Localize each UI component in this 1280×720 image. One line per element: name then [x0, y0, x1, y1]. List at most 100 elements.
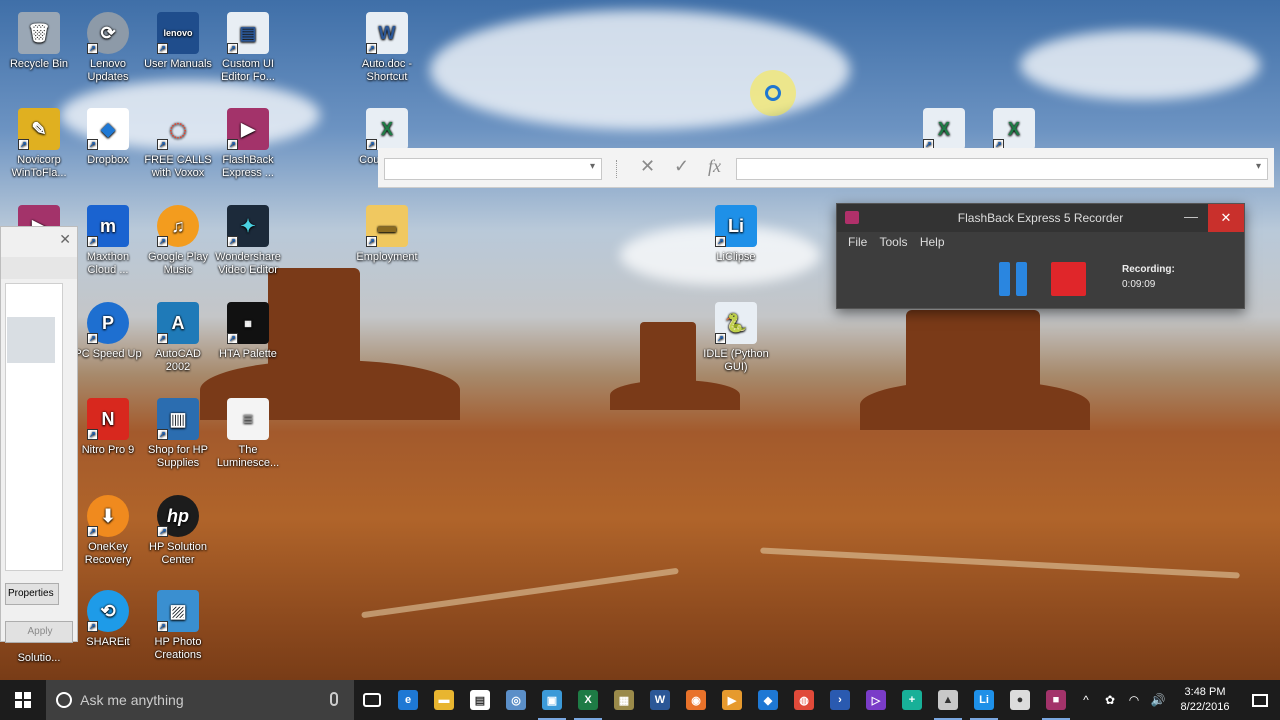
hp-supplies-icon: ▥ ↗: [157, 398, 199, 440]
insert-function-icon[interactable]: fx: [708, 156, 721, 177]
desktop-icon-label: SHAREit: [86, 636, 130, 648]
stop-button[interactable]: [1051, 262, 1086, 296]
taskbar-apps: e ▬ ▤ ◎ ▣ X ▦ W ◉ ▶ ◆ ◍ › ▷ + ▲ Li ● ■: [354, 680, 1074, 720]
user-manuals-icon: lenovo ↗: [157, 12, 199, 54]
taskbar-plus-app-button[interactable]: +: [894, 680, 930, 720]
name-box[interactable]: [384, 158, 602, 180]
shareit-icon: ⟲ ↗: [87, 590, 129, 632]
desktop-icon-onekey-recovery[interactable]: ⬇ ↗ OneKey Recovery: [74, 495, 142, 567]
taskbar-install-app-button[interactable]: ▦: [606, 680, 642, 720]
desktop-icon-liclipse[interactable]: Li ↗ LiClipse: [702, 205, 770, 264]
recycle-bin-icon: 🗑: [18, 12, 60, 54]
taskbar-outlook-app-button[interactable]: ◎: [498, 680, 534, 720]
dialog-list-selection[interactable]: [7, 317, 55, 363]
desktop-icon-autocad[interactable]: A ↗ AutoCAD 2002: [144, 302, 212, 374]
liclipse-icon: Li ↗: [715, 205, 757, 247]
desktop-icon-recycle-bin[interactable]: 🗑 Recycle Bin: [5, 12, 73, 71]
clock[interactable]: 3:48 PM 8/22/2016: [1170, 685, 1240, 715]
desktop-icon-user-manuals[interactable]: lenovo ↗ User Manuals: [144, 12, 212, 71]
desktop-icon-idle-python[interactable]: 🐍 ↗ IDLE (Python GUI): [702, 302, 770, 374]
notification-icon: [1252, 693, 1268, 707]
menu-file[interactable]: File: [848, 235, 867, 249]
minimize-button[interactable]: —: [1184, 208, 1198, 224]
desktop-icon-hp-photo-creations[interactable]: ▨ ↗ HP Photo Creations: [144, 590, 212, 662]
taskbar-edge-button[interactable]: e: [390, 680, 426, 720]
taskbar-task-view-button[interactable]: [354, 680, 390, 720]
network-icon[interactable]: ◠: [1122, 693, 1146, 707]
desktop-icon-pc-speed-up[interactable]: P ↗ PC Speed Up: [74, 302, 142, 361]
desktop-icon-auto-doc[interactable]: W ↗ Auto.doc - Shortcut: [353, 12, 421, 84]
python-icon: ●: [1010, 690, 1030, 710]
flashback-icon: ■: [1046, 690, 1066, 710]
desktop-icon-label: FlashBack Express ...: [222, 154, 274, 179]
start-button[interactable]: [0, 680, 46, 720]
desktop-icon-shareit[interactable]: ⟲ ↗ SHAREit: [74, 590, 142, 649]
desktop-icon-flashback-express[interactable]: ▶ ↗ FlashBack Express ...: [214, 108, 282, 180]
desktop-icon-wondershare[interactable]: ✦ ↗ Wondershare Video Editor: [214, 205, 282, 277]
desktop-icon-dropbox[interactable]: ◆ ↗ Dropbox: [74, 108, 142, 167]
formula-input[interactable]: [736, 158, 1268, 180]
properties-button[interactable]: Properties: [5, 583, 59, 605]
apply-button[interactable]: Apply: [5, 621, 73, 643]
cancel-icon[interactable]: ✕: [640, 156, 655, 177]
taskbar-visual-studio-button[interactable]: ▷: [858, 680, 894, 720]
desktop-icon-hta-palette[interactable]: ▦ ↗ HTA Palette: [214, 302, 282, 361]
taskbar-python-button[interactable]: ●: [1002, 680, 1038, 720]
taskbar-image-viewer-button[interactable]: ▣: [534, 680, 570, 720]
taskbar-word-button[interactable]: W: [642, 680, 678, 720]
taskbar-firefox-button[interactable]: ◉: [678, 680, 714, 720]
show-hidden-icons-icon[interactable]: ^: [1074, 693, 1098, 707]
close-button[interactable]: ✕: [1208, 204, 1244, 232]
taskbar-liclipse-button[interactable]: Li: [966, 680, 1002, 720]
document-icon: ▤ ↗: [227, 12, 269, 54]
desktop-icon-maxthon[interactable]: m ↗ Maxthon Cloud ...: [74, 205, 142, 277]
desktop-icon-label: Solutio...: [17, 652, 61, 664]
excel-file-icon: X ↗: [923, 108, 965, 150]
desktop-icon-google-play-music[interactable]: ♫ ↗ Google Play Music: [144, 205, 212, 277]
desktop-icon-novicorp[interactable]: ✎ ↗ Novicorp WinToFla...: [5, 108, 73, 180]
desktop-icon-hp-supplies[interactable]: ▥ ↗ Shop for HP Supplies: [144, 398, 212, 470]
install-app-icon: ▦: [614, 690, 634, 710]
clock-time: 3:48 PM: [1184, 686, 1226, 698]
desktop-icon-label: HP Photo Creations: [154, 636, 202, 661]
recorder-titlebar[interactable]: FlashBack Express 5 Recorder — ✕: [837, 204, 1244, 232]
desktop-icon-hp-solution-center[interactable]: hp ↗ HP Solution Center: [144, 495, 212, 567]
taskbar-store-button[interactable]: ▤: [462, 680, 498, 720]
desktop-icon-luminescence[interactable]: ≡ The Luminesce...: [214, 398, 282, 470]
enter-icon[interactable]: ✓: [674, 156, 689, 177]
desktop-icon-solution-partial[interactable]: Solutio...: [5, 652, 73, 665]
python-idle-icon: 🐍 ↗: [715, 302, 757, 344]
desktop-icon-voxox[interactable]: ◌ ↗ FREE CALLS with Voxox: [144, 108, 212, 180]
plus-app-icon: +: [902, 690, 922, 710]
taskbar-flashback-button[interactable]: ■: [1038, 680, 1074, 720]
taskbar-dropbox-button[interactable]: ◆: [750, 680, 786, 720]
taskbar-paint-button[interactable]: ▲: [930, 680, 966, 720]
pause-button[interactable]: [999, 262, 1027, 296]
taskbar-media-player-button[interactable]: ▶: [714, 680, 750, 720]
taskbar-chrome-button[interactable]: ◍: [786, 680, 822, 720]
microphone-icon[interactable]: [330, 692, 338, 706]
menu-tools[interactable]: Tools: [879, 235, 907, 249]
taskbar-file-explorer-button[interactable]: ▬: [426, 680, 462, 720]
paint-icon: ▲: [938, 690, 958, 710]
desktop-icon-label: Maxthon Cloud ...: [86, 251, 130, 276]
liclipse-icon: Li: [974, 690, 994, 710]
desktop-icon-nitro-pro[interactable]: N ↗ Nitro Pro 9: [74, 398, 142, 457]
menu-help[interactable]: Help: [920, 235, 945, 249]
nitro-pro-icon: N ↗: [87, 398, 129, 440]
volume-icon[interactable]: 🔊: [1146, 693, 1170, 707]
action-center-button[interactable]: [1240, 680, 1280, 720]
windows-logo-icon: [15, 692, 32, 708]
desktop-icon-employment[interactable]: ▬ ↗ Employment: [353, 205, 421, 264]
taskbar-powershell-button[interactable]: ›: [822, 680, 858, 720]
close-icon[interactable]: ✕: [59, 231, 71, 248]
desktop-icon-label: HP Solution Center: [149, 541, 207, 566]
tray-app-icon[interactable]: ✿: [1098, 693, 1122, 707]
cortana-search-box[interactable]: Ask me anything: [46, 680, 354, 720]
desktop-icon-custom-ui-editor[interactable]: ▤ ↗ Custom UI Editor Fo...: [214, 12, 282, 84]
desktop-icon-lenovo-updates[interactable]: ⟳ ↗ Lenovo Updates: [74, 12, 142, 84]
recording-elapsed-time: 0:09:09: [1122, 279, 1156, 290]
folder-icon: ▬ ↗: [366, 205, 408, 247]
taskbar-excel-button[interactable]: X: [570, 680, 606, 720]
desktop-icon-label: User Manuals: [144, 58, 212, 70]
